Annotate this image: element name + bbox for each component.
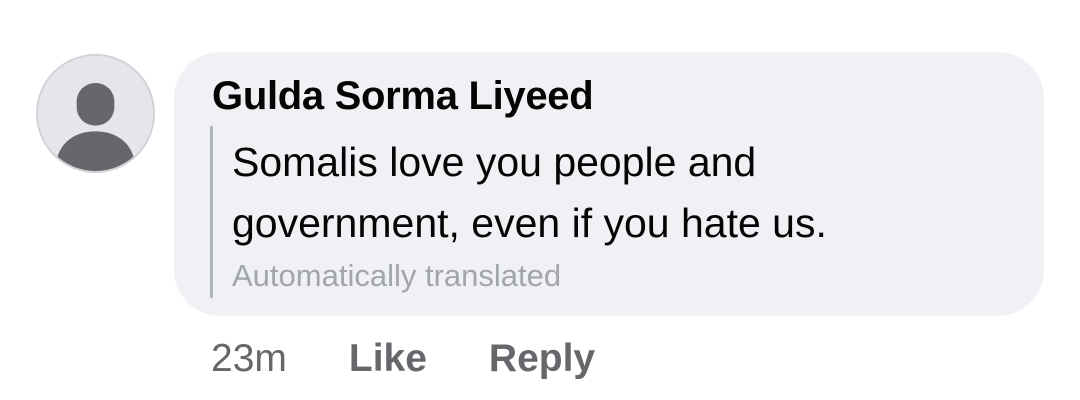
comment-author-name[interactable]: Gulda Sorma Liyeed (212, 74, 594, 119)
comment-actions: 23m Like Reply (211, 334, 595, 384)
comment-text: Somalis love you people and government, … (232, 139, 827, 246)
avatar[interactable] (36, 54, 155, 173)
comment-timestamp[interactable]: 23m (211, 337, 287, 381)
default-avatar-icon (38, 56, 153, 171)
comment-bubble: Gulda Sorma Liyeed Somalis love you peop… (174, 52, 1044, 316)
translation-quote-bar (210, 126, 213, 298)
reply-button[interactable]: Reply (489, 337, 595, 381)
auto-translated-label[interactable]: Automatically translated (232, 258, 561, 294)
like-button[interactable]: Like (349, 337, 427, 381)
